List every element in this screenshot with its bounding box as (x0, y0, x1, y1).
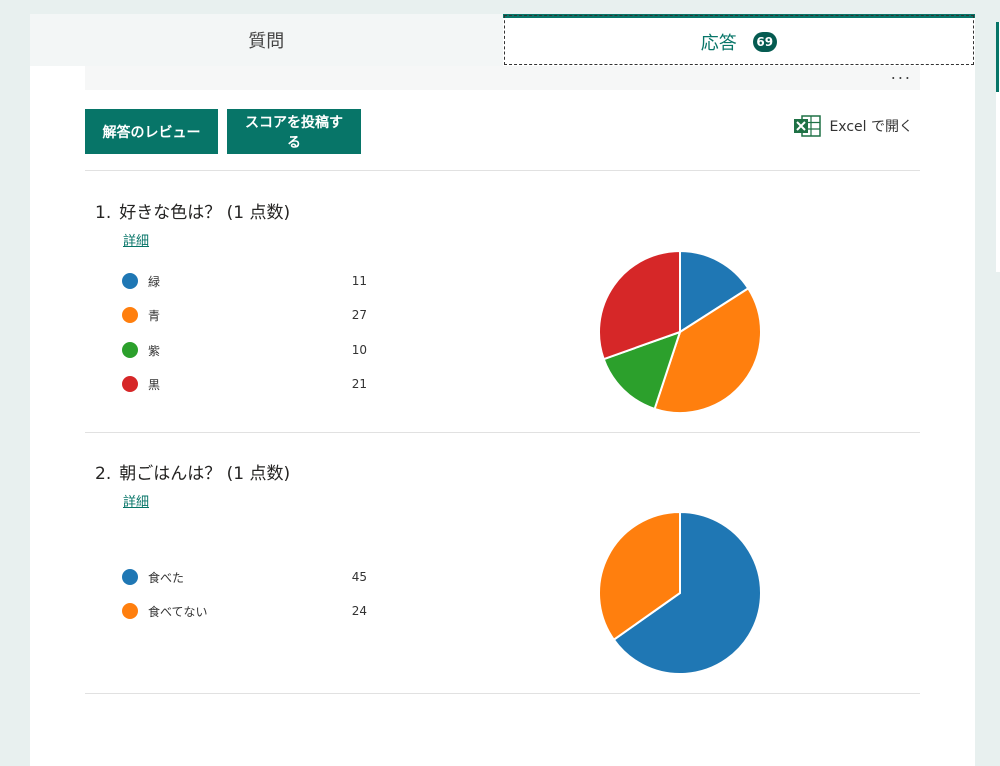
question-1-pie-chart (598, 249, 762, 414)
legend-dot (122, 307, 138, 323)
question-1-legend-item: 青 27 (122, 305, 367, 325)
question-2-legend-item: 食べた 45 (122, 567, 367, 587)
tab-questions-label: 質問 (248, 31, 285, 52)
legend-label: 青 (148, 308, 161, 323)
legend-dot (122, 342, 138, 358)
tab-bar: 質問 応答 69 (30, 14, 975, 66)
divider (85, 693, 920, 694)
question-2-details-link[interactable]: 詳細 (123, 491, 149, 510)
legend-count: 11 (351, 274, 367, 288)
legend-label: 緑 (148, 274, 161, 289)
question-1-details-link[interactable]: 詳細 (123, 230, 149, 249)
question-2-legend-item: 食べてない 24 (122, 601, 367, 621)
tab-responses[interactable]: 応答 69 (502, 14, 975, 66)
legend-label: 黒 (148, 377, 161, 392)
question-2-pie-chart (598, 510, 762, 675)
review-answers-button[interactable]: 解答のレビュー (85, 109, 218, 154)
legend-count: 24 (351, 604, 367, 618)
question-1-text: 好きな色は？ (1 点数) (119, 203, 291, 223)
legend-dot (122, 603, 138, 619)
post-scores-button[interactable]: スコアを投稿する (227, 109, 361, 154)
question-1-legend-item: 紫 10 (122, 340, 367, 360)
response-count-badge: 69 (752, 32, 777, 52)
legend-label: 食べた (148, 570, 185, 585)
open-in-excel-button[interactable]: Excel で開く (793, 114, 913, 138)
question-1-number: 1. (95, 203, 112, 223)
responses-panel: ... 解答のレビュー スコアを投稿する Excel で開く 1. 好きな色は？ … (30, 64, 975, 766)
summary-strip: ... (85, 64, 920, 90)
legend-count: 21 (351, 377, 367, 391)
legend-dot (122, 376, 138, 392)
legend-count: 10 (351, 343, 367, 357)
legend-label: 紫 (148, 343, 161, 358)
question-1-legend-item: 黒 21 (122, 374, 367, 394)
legend-dot (122, 569, 138, 585)
divider (85, 170, 920, 171)
divider (85, 432, 920, 433)
legend-label: 食べてない (148, 604, 208, 619)
excel-icon (794, 115, 822, 137)
legend-count: 45 (351, 570, 367, 584)
question-2-number: 2. (95, 464, 112, 484)
more-options-button[interactable]: ... (891, 64, 912, 83)
question-1-title: 1. 好きな色は？ (1 点数) (95, 198, 290, 223)
tab-responses-label: 応答 (700, 33, 737, 54)
legend-count: 27 (351, 308, 367, 322)
tab-questions[interactable]: 質問 (30, 14, 503, 66)
question-1-legend-item: 緑 11 (122, 271, 367, 291)
question-2-text: 朝ごはんは？ (1 点数) (119, 464, 291, 484)
legend-dot (122, 273, 138, 289)
open-in-excel-label: Excel で開く (829, 119, 913, 135)
side-scrollbar[interactable] (996, 22, 1000, 272)
question-2-title: 2. 朝ごはんは？ (1 点数) (95, 459, 290, 484)
